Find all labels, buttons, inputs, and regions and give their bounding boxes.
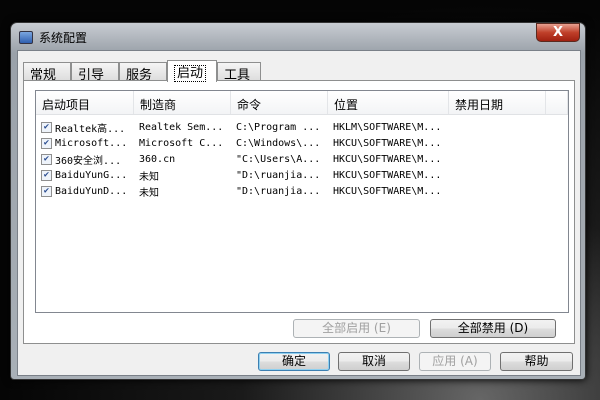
- startup-row[interactable]: ✔ BaiduYunG... 未知 "D:\ruanjia... HKCU\SOFTWA…: [36, 167, 568, 183]
- cell-command: C:\Windows\...: [236, 137, 321, 149]
- cell-item: Microsoft...: [55, 137, 128, 149]
- window-title: 系统配置: [39, 31, 88, 45]
- startup-panel: 启动项目 制造商 命令 位置 禁用日期 ✔ Realtek高... Realtek …: [23, 80, 575, 344]
- startup-row[interactable]: ✔ Realtek高... Realtek Sem... C:\Program ...…: [36, 119, 568, 135]
- title-bar: 系统配置: [19, 29, 87, 46]
- tab-label: 启动: [174, 65, 207, 82]
- cell-command: "D:\ruanjia...: [236, 169, 321, 181]
- cell-location: HKLM\SOFTWARE\M...: [333, 121, 442, 133]
- startup-row[interactable]: ✔ BaiduYunD... 未知 "D:\ruanjia... HKCU\SOFTWA…: [36, 183, 568, 199]
- startup-list[interactable]: 启动项目 制造商 命令 位置 禁用日期 ✔ Realtek高... Realtek …: [35, 90, 569, 313]
- close-button[interactable]: X: [536, 23, 580, 42]
- enable-all-button[interactable]: 全部启用 (E): [293, 319, 420, 338]
- checkbox[interactable]: ✔: [41, 137, 52, 149]
- checkbox[interactable]: ✔: [41, 185, 52, 197]
- app-icon: [19, 31, 33, 44]
- system-config-window: 系统配置 X 常规 引导 服务 启动 工具 启动项目 制造商 命令 位置 禁用日…: [10, 22, 586, 380]
- cell-maker: Microsoft C...: [139, 137, 224, 149]
- checkbox[interactable]: ✔: [41, 121, 52, 133]
- client-area: 常规 引导 服务 启动 工具 启动项目 制造商 命令 位置 禁用日期 ✔ Real…: [17, 50, 581, 376]
- tab-general[interactable]: 常规: [23, 62, 71, 83]
- cell-maker: 未知: [139, 187, 159, 199]
- cell-location: HKCU\SOFTWARE\M...: [333, 153, 442, 165]
- cell-maker: Realtek Sem...: [139, 121, 224, 133]
- list-header: 启动项目 制造商 命令 位置 禁用日期: [36, 91, 568, 115]
- column-header-filler: [546, 91, 568, 114]
- ok-button[interactable]: 确定: [258, 352, 330, 371]
- startup-row[interactable]: ✔ 360安全浏... 360.cn "C:\Users\A... HKCU\SOFTW…: [36, 151, 568, 167]
- disable-all-button[interactable]: 全部禁用 (D): [430, 319, 556, 338]
- cell-maker: 未知: [139, 171, 159, 183]
- cell-maker: 360.cn: [139, 153, 176, 165]
- help-button[interactable]: 帮助: [500, 352, 573, 371]
- column-header-location[interactable]: 位置: [328, 91, 449, 114]
- tab-tools[interactable]: 工具: [217, 62, 261, 83]
- startup-row[interactable]: ✔ Microsoft... Microsoft C... C:\Windows\..…: [36, 135, 568, 151]
- column-header-maker[interactable]: 制造商: [134, 91, 231, 114]
- cell-command: "C:\Users\A...: [236, 153, 321, 165]
- cell-location: HKCU\SOFTWARE\M...: [333, 185, 442, 197]
- cancel-button[interactable]: 取消: [338, 352, 410, 371]
- cell-item: Realtek高...: [55, 123, 126, 135]
- cell-item: BaiduYunD...: [55, 185, 128, 197]
- cell-item: BaiduYunG...: [55, 169, 128, 181]
- cell-location: HKCU\SOFTWARE\M...: [333, 169, 442, 181]
- checkbox[interactable]: ✔: [41, 169, 52, 181]
- column-header-command[interactable]: 命令: [231, 91, 328, 114]
- column-header-item[interactable]: 启动项目: [36, 91, 134, 114]
- column-header-disabled-date[interactable]: 禁用日期: [449, 91, 546, 114]
- tab-boot[interactable]: 引导: [71, 62, 119, 83]
- cell-item: 360安全浏...: [55, 155, 122, 167]
- tab-services[interactable]: 服务: [119, 62, 167, 83]
- tab-startup[interactable]: 启动: [167, 60, 217, 82]
- apply-button[interactable]: 应用 (A): [419, 352, 491, 371]
- cell-location: HKCU\SOFTWARE\M...: [333, 137, 442, 149]
- cell-command: C:\Program ...: [236, 121, 321, 133]
- cell-command: "D:\ruanjia...: [236, 185, 321, 197]
- checkbox[interactable]: ✔: [41, 153, 52, 165]
